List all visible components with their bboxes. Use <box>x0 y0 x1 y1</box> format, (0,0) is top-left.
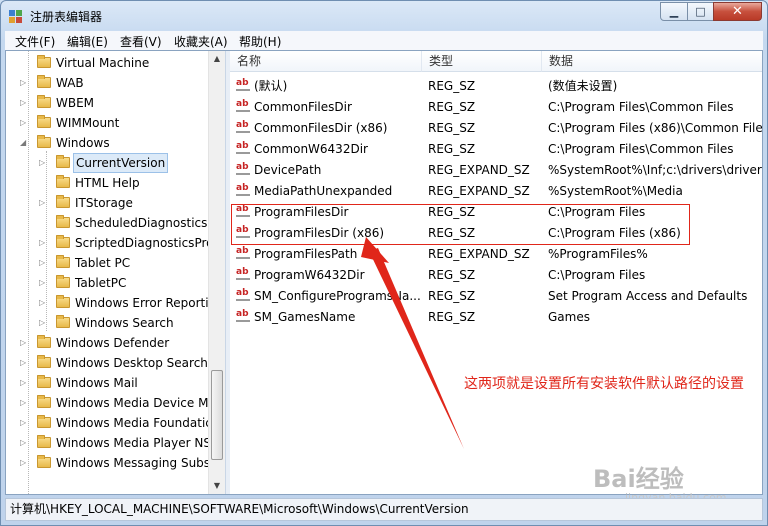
baidu-watermark: Bai经验 <box>593 459 684 494</box>
watermark-brand: Bai经验 <box>593 465 684 493</box>
registry-editor-window: 注册表编辑器 ▁ □ ✕ 文件(F) 编辑(E) 查看(V) 收藏夹(A) 帮助… <box>0 0 768 526</box>
annotation-arrow <box>361 237 464 449</box>
annotation-text: 这两项就是设置所有安装软件默认路径的设置 <box>464 376 744 392</box>
arrow-shaft <box>369 248 464 449</box>
status-path: 计算机\HKEY_LOCAL_MACHINE\SOFTWARE\Microsof… <box>10 502 469 516</box>
status-bar: 计算机\HKEY_LOCAL_MACHINE\SOFTWARE\Microsof… <box>5 498 763 521</box>
arrow-head <box>361 237 389 263</box>
